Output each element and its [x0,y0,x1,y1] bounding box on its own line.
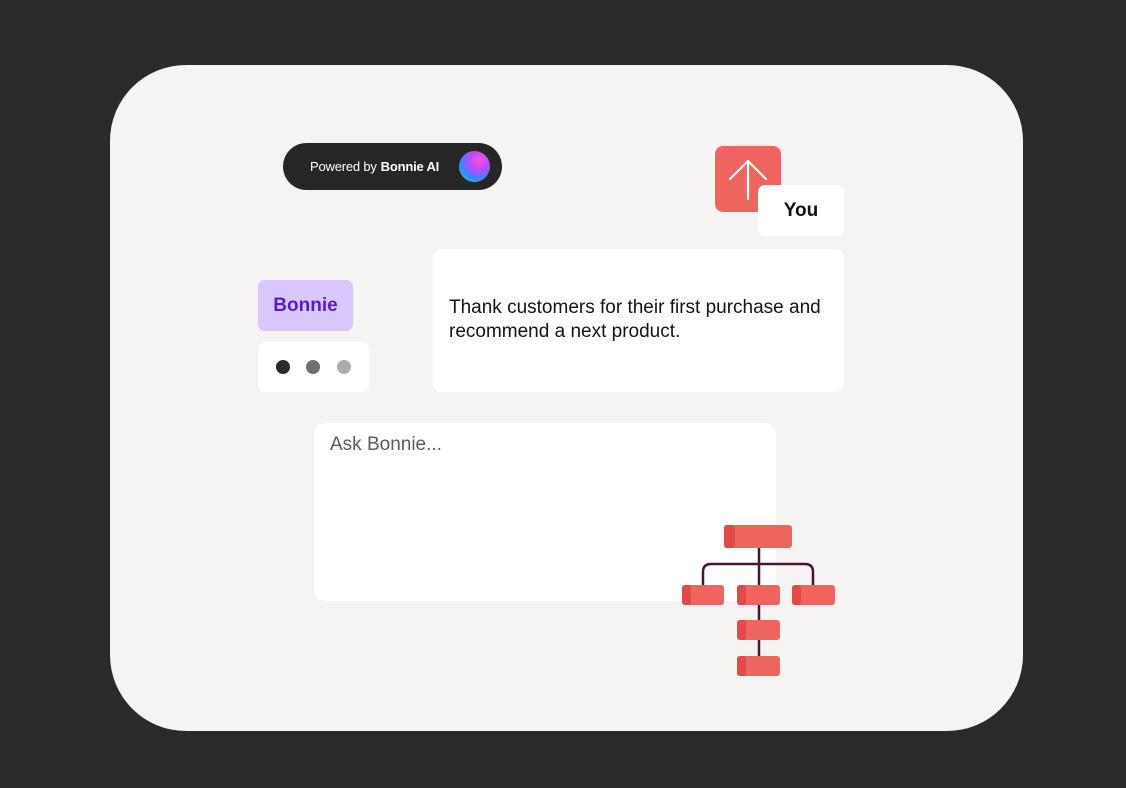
user-tag: You [758,185,844,236]
user-message: Thank customers for their first purchase… [433,249,844,392]
typing-dot [337,360,351,374]
typing-dot [306,360,320,374]
main-card [110,65,1023,731]
badge-brand: Bonnie AI [380,159,440,174]
flowchart-icon [682,525,835,676]
message-text: Thank customers for their first purchase… [449,297,821,342]
typing-dot [276,360,290,374]
typing-indicator [258,342,369,392]
assistant-tag: Bonnie [258,280,353,331]
gradient-orb-icon [459,151,490,182]
ask-input[interactable] [330,434,760,456]
badge-prefix: Powered by [310,159,377,174]
